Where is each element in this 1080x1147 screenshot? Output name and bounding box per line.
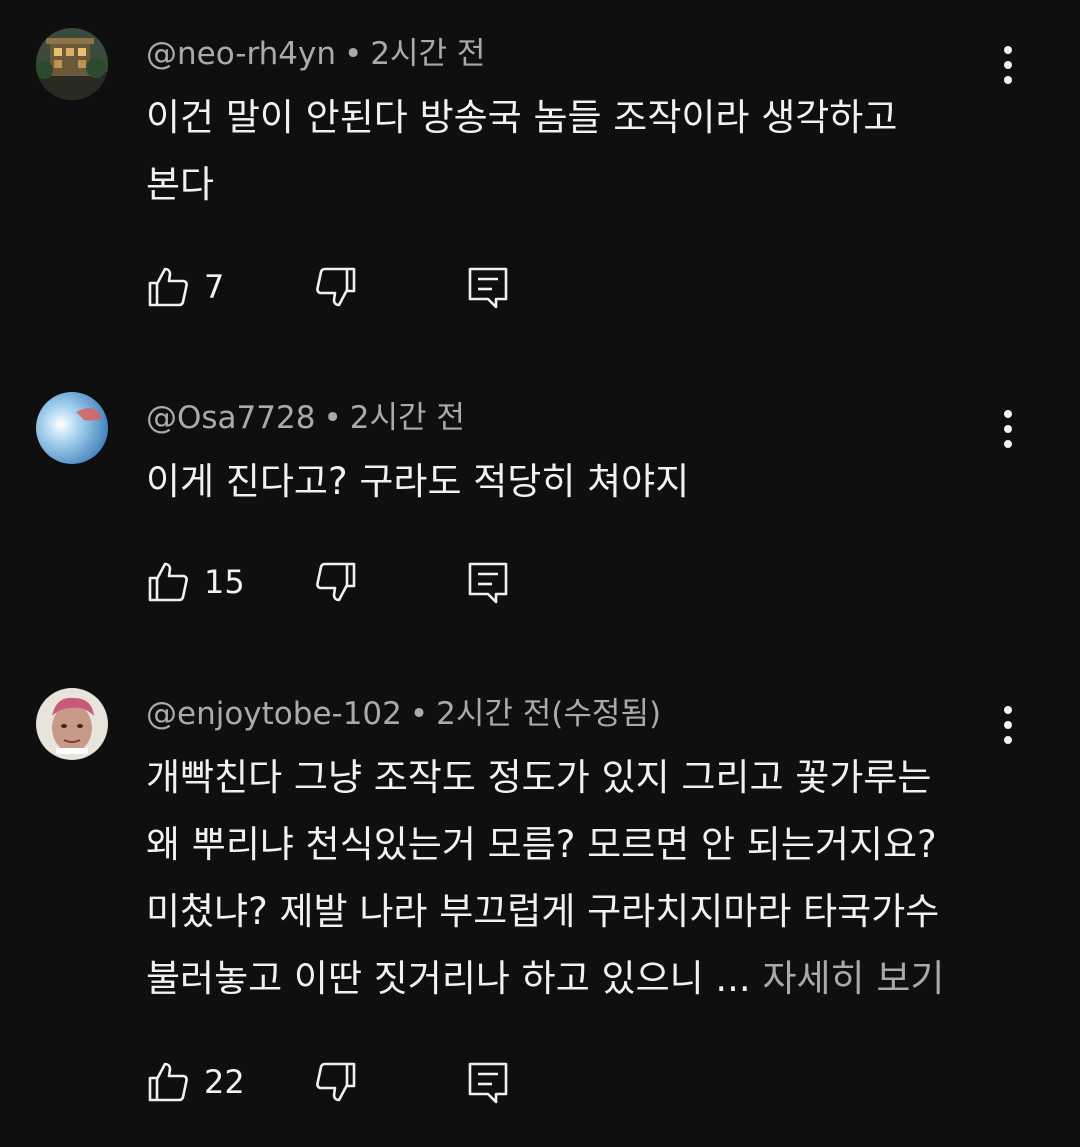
comment-actions: 22 [146,1060,546,1104]
reply-button[interactable] [466,265,510,309]
comment-line-last: 불러놓고 이딴 짓거리나 하고 있으니 ... 자세히 보기 [146,945,1006,1012]
menu-dot [1004,736,1012,744]
meta-separator: • [323,400,342,436]
avatar[interactable] [36,688,108,760]
like-count: 15 [204,563,245,601]
person-avatar-icon [36,688,108,760]
menu-dot [1004,721,1012,729]
reply-icon [468,267,508,309]
meta-separator: • [344,36,363,72]
comment-meta: @enjoytobe-102 • 2시간 전(수정됨) [146,694,661,734]
like-button[interactable] [146,1060,190,1104]
comment-author[interactable]: @neo-rh4yn [146,36,336,72]
like-count: 22 [204,1063,245,1101]
comment-line: 이건 말이 안된다 방송국 놈들 조작이라 생각하고 [146,96,898,139]
meta-separator: • [409,696,429,732]
avatar[interactable] [36,392,108,464]
comment-menu-button[interactable] [992,44,1024,88]
avatar[interactable] [36,28,108,100]
comment-line: 이게 진다고? 구라도 적당히 쳐야지 [146,460,690,503]
more-vertical-icon [1004,706,1012,714]
comment-time: 2시간 전 [370,36,486,72]
more-vertical-icon [1004,46,1012,54]
menu-dot [1004,61,1012,69]
like-button[interactable] [146,265,190,309]
comment-time: 2시간 전(수정됨) [436,696,662,732]
comment-meta: @neo-rh4yn • 2시간 전 [146,34,485,74]
comment-line: 본다 [146,163,215,206]
dislike-button[interactable] [314,560,358,604]
comment-line: 왜 뿌리냐 천식있는거 모름? 모르면 안 되는거지요? [146,823,937,866]
comment-time: 2시간 전 [349,400,465,436]
like-button[interactable] [146,560,190,604]
thumbs-down-icon [316,267,356,307]
more-vertical-icon [1004,410,1012,418]
comment-line: 불러놓고 이딴 짓거리나 하고 있으니 ... [146,957,751,1000]
menu-dot [1004,76,1012,84]
comment-actions: 15 [146,560,546,604]
comment-meta: @Osa7728 • 2시간 전 [146,398,465,438]
comment-body: 이게 진다고? 구라도 적당히 쳐야지 [146,448,1006,515]
dislike-button[interactable] [314,1060,358,1104]
comments-list: @neo-rh4yn • 2시간 전 이건 말이 안된다 방송국 놈들 조작이라 생… [0,0,1080,1147]
read-more-link[interactable]: 자세히 보기 [762,957,944,1000]
comment-body: 이건 말이 안된다 방송국 놈들 조작이라 생각하고 본다 [146,84,1006,218]
thumbs-down-icon [316,562,356,602]
reply-icon [468,562,508,604]
reply-icon [468,1062,508,1104]
dislike-button[interactable] [314,265,358,309]
comment-menu-button[interactable] [992,704,1024,748]
building-avatar-icon [36,28,108,100]
thumbs-up-icon [148,562,188,602]
thumbs-up-icon [148,1062,188,1102]
comment-author[interactable]: @enjoytobe-102 [146,696,402,732]
blue-sky-avatar-icon [36,392,108,464]
comment-line: 미쳤냐? 제발 나라 부끄럽게 구라치지마라 타국가수 [146,890,940,933]
reply-button[interactable] [466,560,510,604]
comment-actions: 7 [146,265,546,309]
menu-dot [1004,425,1012,433]
comment-body: 개빡친다 그냥 조작도 정도가 있지 그리고 꽃가루는 왜 뿌리냐 천식있는거 … [146,744,1006,1012]
reply-button[interactable] [466,1060,510,1104]
thumbs-down-icon [316,1062,356,1102]
comment-line: 개빡친다 그냥 조작도 정도가 있지 그리고 꽃가루는 [146,756,932,799]
like-count: 7 [204,268,225,306]
thumbs-up-icon [148,267,188,307]
menu-dot [1004,440,1012,448]
comment-author[interactable]: @Osa7728 [146,400,315,436]
comment-menu-button[interactable] [992,408,1024,452]
